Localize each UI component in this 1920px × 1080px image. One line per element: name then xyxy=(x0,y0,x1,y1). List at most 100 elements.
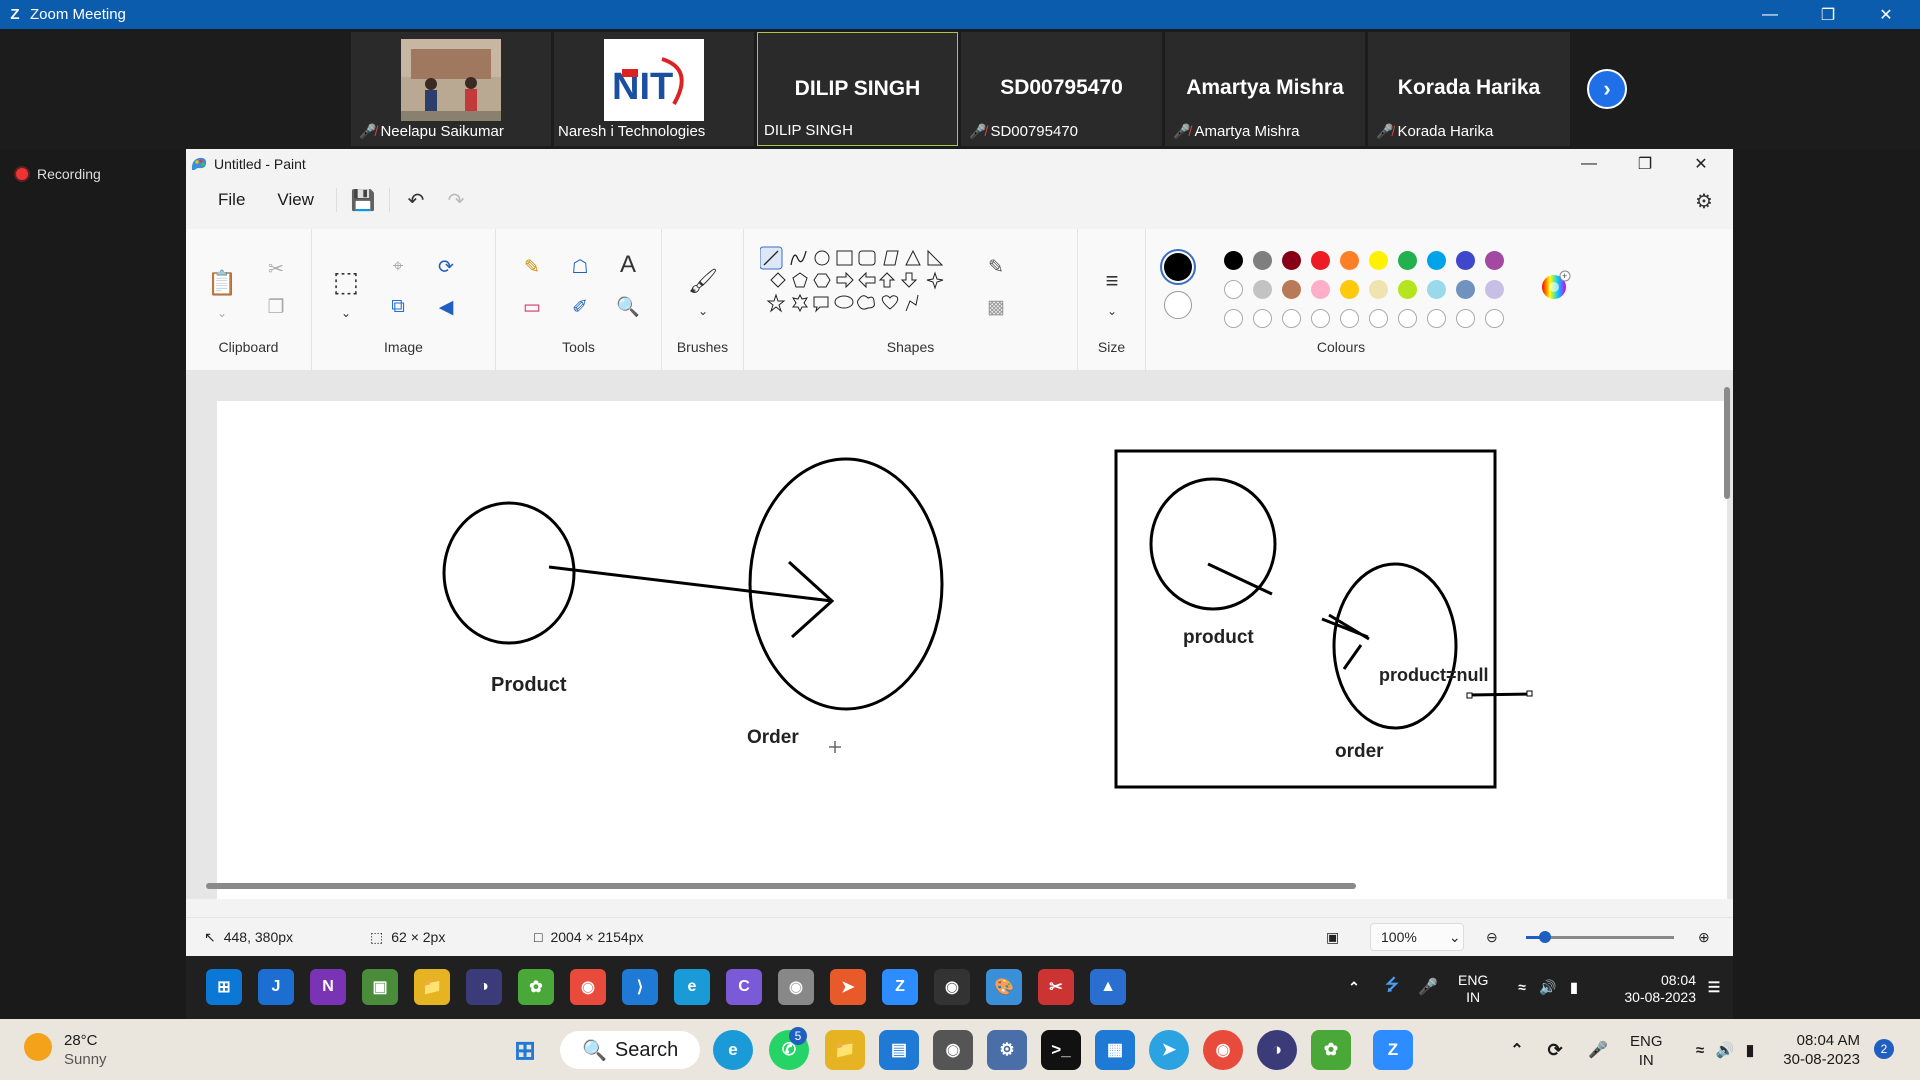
fill-bucket-icon[interactable]: ☖ xyxy=(564,251,596,283)
color-picker-icon[interactable]: ✐ xyxy=(564,291,596,323)
notepad-icon[interactable]: ▤ xyxy=(879,1030,919,1070)
colour-swatch[interactable] xyxy=(1398,251,1417,270)
horizontal-scroll-thumb[interactable] xyxy=(206,883,1356,889)
recording-indicator[interactable]: Recording xyxy=(16,166,101,182)
terminal-icon[interactable]: >_ xyxy=(1041,1030,1081,1070)
bluetooth-icon[interactable]: ⭍ xyxy=(1374,969,1410,1005)
menu-view[interactable]: View xyxy=(261,190,330,210)
paint-maximize-button[interactable]: ❐ xyxy=(1617,149,1673,179)
close-button[interactable]: ✕ xyxy=(1857,0,1915,29)
taskbar-search-box[interactable]: 🔍 Search xyxy=(560,1031,700,1069)
restore-button[interactable]: ❐ xyxy=(1799,0,1857,29)
file-explorer-icon[interactable]: 📁 xyxy=(414,969,450,1005)
start-icon[interactable]: ⊞ xyxy=(206,969,242,1005)
colour-swatch[interactable] xyxy=(1282,251,1301,270)
colour-swatch[interactable] xyxy=(1427,251,1446,270)
sync-icon[interactable]: ⟳ xyxy=(1535,1030,1575,1070)
colour-swatch[interactable] xyxy=(1282,309,1301,328)
vertical-scroll-thumb[interactable] xyxy=(1724,387,1730,499)
save-icon[interactable]: 💾 xyxy=(343,184,383,216)
app-icon-12[interactable]: ◉ xyxy=(778,969,814,1005)
colour-swatch[interactable] xyxy=(1456,280,1475,299)
participant-tile-4[interactable]: SD00795470 🎤̸ SD00795470 xyxy=(961,32,1162,146)
crop-icon[interactable]: ⌖ xyxy=(382,251,414,283)
pencil-icon[interactable]: ✎ xyxy=(516,251,548,283)
shape-fill-icon[interactable]: ▩ xyxy=(980,291,1012,323)
onenote-icon[interactable]: N xyxy=(310,969,346,1005)
colour-swatch[interactable] xyxy=(1224,280,1243,299)
copy-icon[interactable]: ❐ xyxy=(260,291,292,323)
windows-start-icon[interactable]: ⊞ xyxy=(505,1030,545,1070)
colour-swatch[interactable] xyxy=(1311,309,1330,328)
tray-battery-icon[interactable]: ▮ xyxy=(1730,1030,1770,1070)
colour-swatch[interactable] xyxy=(1340,280,1359,299)
paint-close-button[interactable]: ✕ xyxy=(1673,149,1729,179)
notification-count-badge[interactable]: 2 xyxy=(1874,1039,1894,1059)
shapes-gallery[interactable] xyxy=(760,245,964,321)
participant-tile-5[interactable]: Amartya Mishra 🎤̸ Amartya Mishra xyxy=(1165,32,1365,146)
zoom-out-icon[interactable]: ⊖ xyxy=(1486,918,1498,956)
resize-icon[interactable]: ⧉ xyxy=(382,291,414,323)
eraser-icon[interactable]: ▭ xyxy=(516,291,548,323)
undo-icon[interactable]: ↶ xyxy=(396,184,436,216)
colour-swatch[interactable] xyxy=(1369,251,1388,270)
weather-sun-icon[interactable] xyxy=(24,1033,52,1061)
drawing-canvas[interactable]: Product Order product product=null order xyxy=(217,401,1727,899)
fit-to-window-icon[interactable]: ▣ xyxy=(1326,918,1339,956)
file-explorer-taskbar-icon[interactable]: 📁 xyxy=(825,1030,865,1070)
select-icon[interactable]: ⬚ xyxy=(330,265,362,297)
minimize-button[interactable]: — xyxy=(1741,0,1799,29)
tray-lang[interactable]: ENG IN xyxy=(1630,1032,1663,1070)
edge-taskbar-icon[interactable]: e xyxy=(713,1030,753,1070)
postman-icon[interactable]: ➤ xyxy=(830,969,866,1005)
zoom-in-icon[interactable]: ⊕ xyxy=(1698,918,1710,956)
tray-clock[interactable]: 08:04 AM 30-08-2023 xyxy=(1772,1031,1860,1069)
colour-swatch[interactable] xyxy=(1398,280,1417,299)
colour-swatch[interactable] xyxy=(1369,280,1388,299)
colour-swatch[interactable] xyxy=(1224,309,1243,328)
colour-swatch[interactable] xyxy=(1311,280,1330,299)
mic-icon[interactable]: 🎤 xyxy=(1410,969,1446,1005)
colour-swatch[interactable] xyxy=(1282,280,1301,299)
zoom-app-taskbar-icon[interactable]: Z xyxy=(1373,1030,1413,1070)
cut-icon[interactable]: ✂ xyxy=(260,253,292,285)
eclipse-icon[interactable]: ◑ xyxy=(466,969,502,1005)
colour-swatch[interactable] xyxy=(1398,309,1417,328)
paint-taskbar-icon[interactable]: 🎨 xyxy=(986,969,1022,1005)
colour-swatch[interactable] xyxy=(1224,251,1243,270)
secondary-colour[interactable] xyxy=(1164,291,1192,319)
participant-tile-1[interactable]: 🎤̸ Neelapu Saikumar xyxy=(351,32,551,146)
zoom-select[interactable]: 100% ⌄ xyxy=(1370,923,1464,951)
colour-swatch[interactable] xyxy=(1253,251,1272,270)
colour-swatch[interactable] xyxy=(1427,309,1446,328)
battery-icon[interactable]: ▮ xyxy=(1556,969,1592,1005)
colour-swatch[interactable] xyxy=(1485,309,1504,328)
colour-swatch[interactable] xyxy=(1485,251,1504,270)
colour-swatch[interactable] xyxy=(1253,309,1272,328)
tray-mic-icon[interactable]: 🎤 xyxy=(1578,1030,1618,1070)
edge-icon[interactable]: e xyxy=(674,969,710,1005)
app-icon-3[interactable]: ▣ xyxy=(362,969,398,1005)
app-icon-1[interactable]: J xyxy=(258,969,294,1005)
github-icon[interactable]: ◉ xyxy=(934,969,970,1005)
size-dropdown-icon[interactable]: ⌄ xyxy=(1096,295,1128,327)
paste-dropdown-icon[interactable]: ⌄ xyxy=(206,297,238,329)
select-dropdown-icon[interactable]: ⌄ xyxy=(330,297,362,329)
participant-tile-6[interactable]: Korada Harika 🎤̸ Korada Harika xyxy=(1368,32,1570,146)
settings-gear-icon[interactable]: ⚙ xyxy=(1684,185,1724,217)
vscode-icon[interactable]: ⟩ xyxy=(622,969,658,1005)
menu-file[interactable]: File xyxy=(202,190,261,210)
colour-swatch[interactable] xyxy=(1311,251,1330,270)
chrome-taskbar-icon[interactable]: ◉ xyxy=(1203,1030,1243,1070)
colour-swatch[interactable] xyxy=(1340,309,1359,328)
primary-colour[interactable] xyxy=(1160,249,1196,285)
line-size-icon[interactable]: ≡ xyxy=(1096,265,1128,297)
remote-clock[interactable]: 08:04 30-08-2023 xyxy=(1606,972,1696,1006)
colour-swatch[interactable] xyxy=(1427,280,1446,299)
notifications-icon[interactable]: ☰ xyxy=(1696,969,1732,1005)
colour-swatch[interactable] xyxy=(1456,309,1475,328)
zoom-taskbar-icon[interactable]: Z xyxy=(882,969,918,1005)
paste-icon[interactable]: 📋 xyxy=(206,267,238,299)
camera-icon[interactable]: ◉ xyxy=(933,1030,973,1070)
eclipse-taskbar-icon[interactable]: ◑ xyxy=(1257,1030,1297,1070)
